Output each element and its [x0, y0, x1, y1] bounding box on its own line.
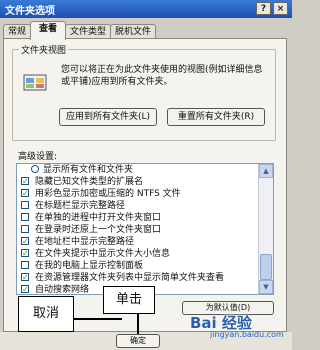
tab-file-types[interactable]: 文件类型: [65, 24, 111, 39]
scroll-thumb[interactable]: [260, 254, 272, 280]
tab-general[interactable]: 常规: [3, 24, 31, 39]
checkbox[interactable]: ✓: [21, 189, 29, 198]
list-item-label: 用彩色显示加密或压缩的 NTFS 文件: [35, 189, 181, 199]
list-item-label: 在地址栏中显示完整路径: [35, 237, 135, 247]
list-item-label: 在我的电脑上显示控制面板: [35, 261, 144, 271]
list-item[interactable]: 在单独的进程中打开文件夹窗口: [17, 212, 253, 224]
list-item-label: 在单独的进程中打开文件夹窗口: [35, 213, 162, 223]
apply-to-all-folders-button[interactable]: 应用到所有文件夹(L): [59, 108, 157, 126]
tab-offline-files[interactable]: 脱机文件: [110, 24, 156, 39]
click-callout: 单击: [103, 286, 155, 314]
reset-all-folders-button[interactable]: 重置所有文件夹(R): [167, 108, 265, 126]
list-item-label: 在登录时还原上一个文件夹窗口: [35, 225, 162, 235]
list-item[interactable]: 在标题栏显示完整路径: [17, 200, 253, 212]
checkbox[interactable]: ✓: [21, 237, 29, 246]
list-item-label: 显示所有文件和文件夹: [43, 165, 134, 175]
checkbox[interactable]: [21, 261, 29, 269]
folder-views-title: 文件夹视图: [19, 43, 69, 56]
list-item-label: 自动搜索网络: [35, 285, 90, 295]
list-item-label: 在标题栏显示完整路径: [35, 201, 126, 211]
window-title: 文件夹选项: [5, 5, 55, 17]
scroll-down-icon[interactable]: ▼: [259, 280, 273, 294]
checkbox[interactable]: [21, 213, 29, 221]
list-item-label: 隐藏已知文件类型的扩展名: [35, 177, 144, 187]
list-item[interactable]: 在我的电脑上显示控制面板: [17, 260, 253, 272]
cancel-callout: 取消: [18, 296, 74, 332]
list-item[interactable]: ✓ 隐藏已知文件类型的扩展名: [17, 176, 253, 188]
checkbox[interactable]: ✓: [21, 285, 29, 294]
checkbox[interactable]: [21, 225, 29, 233]
folder-views-description: 您可以将正在为此文件夹使用的视图(例如详细信息或平铺)应用到所有文件夹。: [61, 65, 263, 87]
list-item[interactable]: ✓ 在地址栏中显示完整路径: [17, 236, 253, 248]
advanced-settings-list[interactable]: 显示所有文件和文件夹 ✓ 隐藏已知文件类型的扩展名 ✓ 用彩色显示加密或压缩的 …: [16, 163, 274, 295]
folder-view-icon: [23, 74, 47, 91]
close-button[interactable]: ×: [273, 2, 288, 15]
list-item[interactable]: ✓ 在资源管理器文件夹列表中显示简单文件夹查看: [17, 272, 253, 284]
baidu-watermark-url: jingyan.baidu.com: [210, 330, 284, 339]
checkbox[interactable]: [21, 201, 29, 209]
list-item-label: 在文件夹提示中显示文件大小信息: [35, 249, 171, 259]
help-button[interactable]: ?: [256, 2, 271, 15]
folder-views-group: 文件夹视图 您可以将正在为此文件夹使用的视图(例如详细信息或平铺)应用到所有文件…: [12, 43, 276, 141]
list-item-label: 在资源管理器文件夹列表中显示简单文件夹查看: [35, 273, 225, 283]
list-item[interactable]: ✓ 在文件夹提示中显示文件大小信息: [17, 248, 253, 260]
tab-view[interactable]: 查看: [30, 21, 66, 40]
checkbox[interactable]: ✓: [21, 249, 29, 258]
list-scrollbar[interactable]: ▲ ▼: [258, 164, 273, 294]
radio-button[interactable]: [31, 165, 39, 173]
list-item[interactable]: 显示所有文件和文件夹: [17, 164, 253, 176]
advanced-settings-label: 高级设置:: [18, 152, 58, 162]
list-item[interactable]: 在登录时还原上一个文件夹窗口: [17, 224, 253, 236]
title-bar: 文件夹选项 ? ×: [0, 0, 292, 18]
checkbox[interactable]: ✓: [21, 273, 29, 282]
checkbox[interactable]: ✓: [21, 177, 29, 186]
cancel-arrow: [74, 318, 122, 320]
ok-button[interactable]: 确定: [116, 334, 160, 348]
click-arrow: [137, 314, 139, 334]
scroll-up-icon[interactable]: ▲: [259, 164, 273, 178]
list-item[interactable]: ✓ 用彩色显示加密或压缩的 NTFS 文件: [17, 188, 253, 200]
